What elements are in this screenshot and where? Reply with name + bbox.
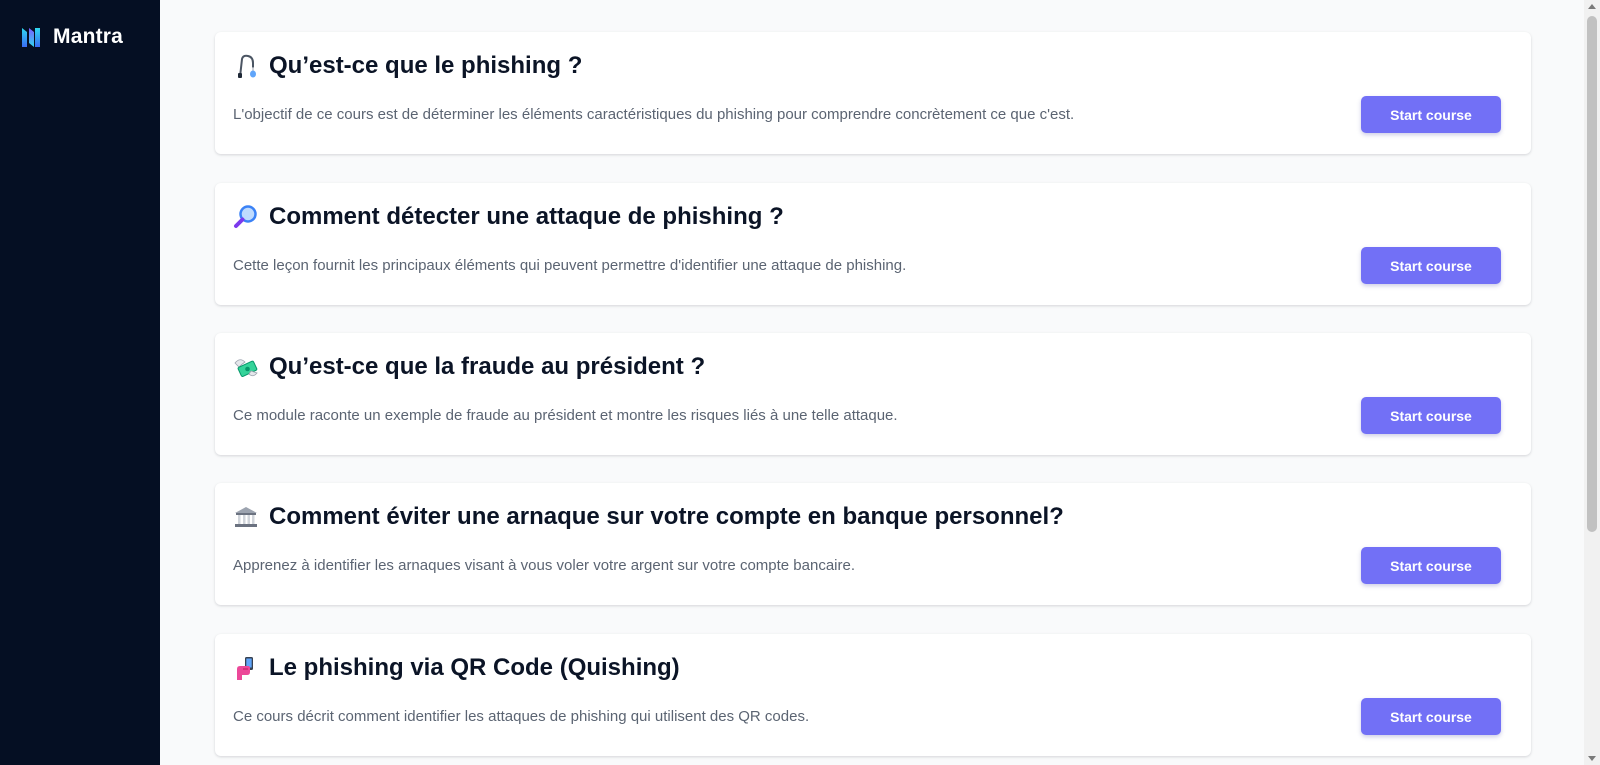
course-card-president-fraud: Qu’est-ce que la fraude au président ? C… (215, 333, 1531, 455)
course-title-text: Qu’est-ce que le phishing ? (269, 52, 583, 79)
course-description: L'objectif de ce cours est de déterminer… (233, 106, 1075, 123)
scroll-up-arrow-icon[interactable] (1588, 4, 1596, 9)
sidebar: Mantra (0, 0, 160, 765)
course-list: Qu’est-ce que le phishing ? L'objectif d… (160, 0, 1584, 765)
course-title: Qu’est-ce que le phishing ? (233, 52, 582, 80)
scroll-down-arrow-icon[interactable] (1588, 756, 1596, 761)
course-card-detect-phishing: Comment détecter une attaque de phishing… (215, 183, 1531, 305)
course-description: Ce cours décrit comment identifier les a… (233, 708, 810, 725)
start-course-button[interactable]: Start course (1361, 698, 1501, 735)
bank-icon (235, 507, 257, 527)
course-title: Comment détecter une attaque de phishing… (233, 203, 784, 231)
fishing-pole-icon (238, 54, 256, 78)
start-course-button[interactable]: Start course (1361, 96, 1501, 133)
course-card-quishing: Le phishing via QR Code (Quishing) Ce co… (215, 634, 1531, 756)
course-title-text: Qu’est-ce que la fraude au président ? (269, 353, 706, 380)
course-title-text: Comment éviter une arnaque sur votre com… (269, 503, 1064, 530)
course-description: Cette leçon fournit les principaux éléme… (233, 257, 907, 274)
course-title-text: Le phishing via QR Code (Quishing) (269, 654, 680, 681)
phone-in-hand-icon (237, 657, 253, 680)
brand[interactable]: Mantra (21, 25, 123, 49)
start-course-button[interactable]: Start course (1361, 397, 1501, 434)
scrollbar-thumb[interactable] (1587, 16, 1597, 532)
brand-name: Mantra (53, 25, 124, 48)
course-description: Apprenez à identifier les arnaques visan… (233, 557, 856, 574)
course-title-text: Comment détecter une attaque de phishing… (269, 203, 784, 230)
course-title: Le phishing via QR Code (Quishing) (233, 654, 680, 682)
mantra-logo-icon (22, 28, 40, 47)
money-with-wings-icon (234, 359, 258, 377)
course-card-phishing: Qu’est-ce que le phishing ? L'objectif d… (215, 32, 1531, 154)
magnifying-glass-icon (234, 205, 257, 228)
course-title: Qu’est-ce que la fraude au président ? (233, 353, 705, 381)
start-course-button[interactable]: Start course (1361, 247, 1501, 284)
course-description: Ce module raconte un exemple de fraude a… (233, 407, 898, 424)
course-card-bank-scam: Comment éviter une arnaque sur votre com… (215, 483, 1531, 605)
start-course-button[interactable]: Start course (1361, 547, 1501, 584)
vertical-scrollbar[interactable] (1584, 0, 1600, 765)
course-title: Comment éviter une arnaque sur votre com… (233, 503, 1064, 531)
